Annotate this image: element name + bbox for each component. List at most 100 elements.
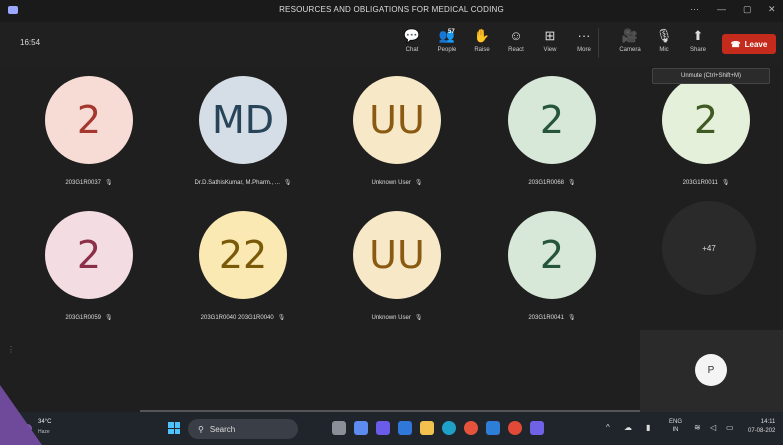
volume-icon[interactable]: ◁ (710, 423, 716, 432)
wifi-icon[interactable]: ≋ (694, 423, 701, 432)
maximize-button[interactable]: ▢ (743, 4, 752, 15)
chat-label: Chat (405, 47, 419, 53)
react-button[interactable]: ☺ React (500, 26, 532, 53)
more-icon: ··· (577, 28, 591, 43)
chrome-icon[interactable] (464, 421, 478, 435)
close-button[interactable]: ✕ (768, 4, 776, 15)
people-button[interactable]: 👥 57 People (431, 26, 463, 53)
participant-tile[interactable]: 2 203G1R0041 🎙 (488, 201, 616, 337)
participant-name: 203G1R0068 🎙 (468, 179, 636, 186)
chat-app-icon[interactable] (354, 421, 368, 435)
window-menu-button[interactable]: ··· (690, 4, 699, 14)
cloud-icon[interactable]: ☁ (624, 423, 632, 432)
mic-button[interactable]: 🎙 Mic (648, 26, 680, 53)
more-label: More (577, 47, 591, 53)
participant-name: Unknown User 🎙 (313, 314, 481, 321)
people-icon: 👥 (438, 28, 456, 43)
mic-muted-icon: 🎙 (283, 180, 292, 186)
chat-icon: 💬 (403, 28, 421, 43)
view-label: View (543, 47, 557, 53)
participant-name: 203G1R0040 203G1R0040 🎙 (159, 314, 327, 321)
raise-hand-button[interactable]: ✋ Raise (466, 26, 498, 53)
store-icon[interactable] (486, 421, 500, 435)
language-region: IN (672, 427, 679, 433)
avatar: UU (353, 76, 441, 164)
self-avatar: P (695, 354, 727, 386)
mic-muted-icon: 🎙 (568, 315, 576, 321)
camera-label: Camera (619, 47, 641, 53)
more-button[interactable]: ··· More (568, 26, 600, 53)
mic-muted-icon: 🎙 (568, 180, 576, 186)
windows-taskbar: 34°C Haze ⚲ Search ^ ☁ ▮ ENG IN ≋ ◁ ▭ 14… (0, 412, 783, 445)
taskbar-time: 14:11 (760, 419, 776, 425)
teams-meeting-icon[interactable] (530, 421, 544, 435)
battery-icon[interactable]: ▮ (646, 423, 650, 432)
teams-app-icon[interactable] (376, 421, 390, 435)
mail-icon[interactable] (398, 421, 412, 435)
share-icon: ⬆ (692, 28, 704, 43)
people-label: People (437, 47, 457, 53)
avatar: 2 (508, 211, 596, 299)
participant-tile[interactable]: 2 203G1R0068 🎙 (488, 66, 616, 202)
participant-tile[interactable]: 22 203G1R0040 203G1R0040 🎙 (179, 201, 307, 337)
windows-start-icon[interactable] (168, 422, 180, 434)
participant-name-text: 203G1R0068 (528, 180, 565, 186)
view-button[interactable]: ⊞ View (534, 26, 566, 53)
participant-name-text: Unknown User (371, 315, 411, 321)
participant-name-text: Unknown User (371, 180, 411, 186)
phone-icon: ☎ (730, 39, 741, 49)
more-participants-button[interactable]: +47 (662, 201, 756, 295)
hand-icon: ✋ (473, 28, 491, 43)
participant-name-text: 203G1R0037 (65, 180, 102, 186)
chrome-profile-icon[interactable] (508, 421, 522, 435)
participant-tile[interactable]: 2 203G1R0059 🎙 (25, 201, 153, 337)
leave-label: Leave (744, 39, 768, 49)
participant-name: 203G1R0041 🎙 (468, 314, 636, 321)
title-bar: RESOURCES AND OBLIGATIONS FOR MEDICAL CO… (0, 0, 783, 22)
participant-name-text: 203G1R0011 (682, 180, 718, 186)
camera-off-icon: 🎥 (621, 28, 639, 43)
clock-area[interactable]: 14:11 07-08-202 (748, 418, 775, 436)
self-view[interactable]: P (640, 330, 783, 412)
toolbar-divider (598, 28, 599, 58)
participant-name-text: 203G1R0059 (65, 315, 102, 321)
smiley-icon: ☺ (509, 28, 523, 43)
window-title: RESOURCES AND OBLIGATIONS FOR MEDICAL CO… (279, 5, 504, 14)
react-label: React (508, 47, 524, 53)
participant-tile[interactable]: 2 203G1R0037 🎙 (25, 66, 153, 202)
mic-muted-icon: 🎙 (277, 315, 286, 321)
search-label: Search (209, 424, 236, 434)
file-explorer-icon[interactable] (420, 421, 434, 435)
participant-name: Unknown User 🎙 (313, 179, 481, 186)
leave-button[interactable]: ☎ Leave (722, 34, 776, 54)
meeting-clock: 16:54 (20, 38, 41, 47)
raise-label: Raise (474, 47, 490, 53)
chat-button[interactable]: 💬 Chat (396, 26, 428, 53)
share-button[interactable]: ⬆ Share (682, 26, 714, 53)
participant-name-text: 203G1R0040 203G1R0040 (200, 315, 274, 321)
participant-tile[interactable]: UU Unknown User 🎙 (333, 66, 461, 202)
camera-button[interactable]: 🎥 Camera (614, 26, 646, 53)
avatar: 2 (508, 76, 596, 164)
show-hidden-icons-chevron-icon[interactable]: ^ (606, 423, 610, 432)
language-indicator[interactable]: ENG IN (669, 418, 682, 434)
battery-status-icon[interactable]: ▭ (726, 423, 734, 432)
resize-handle[interactable]: ⋮ (7, 345, 15, 354)
mic-muted-icon: 🎙 (414, 315, 423, 321)
participant-tile[interactable]: 2 203G1R0011 🎙 (642, 66, 770, 202)
participant-tile[interactable]: UU Unknown User 🎙 (333, 201, 461, 337)
taskbar-search[interactable]: ⚲ Search (188, 419, 298, 439)
mic-label: Mic (659, 47, 669, 53)
participant-name: 203G1R0059 🎙 (5, 314, 173, 321)
taskbar-date: 07-08-202 (748, 428, 776, 434)
participant-name: 203G1R0037 🎙 (5, 179, 173, 186)
avatar: 22 (199, 211, 287, 299)
corner-decoration (0, 385, 42, 445)
edge-icon[interactable] (442, 421, 456, 435)
task-view-icon[interactable] (332, 421, 346, 435)
participant-name: 203G1R0011 🎙 (622, 179, 783, 186)
language-code: ENG (669, 419, 683, 425)
mic-muted-icon: 🎙 (105, 315, 113, 321)
minimize-button[interactable]: — (717, 4, 726, 14)
participant-tile[interactable]: MD Dr.D.SathisKumar, M.Pharm., ... 🎙 (179, 66, 307, 202)
